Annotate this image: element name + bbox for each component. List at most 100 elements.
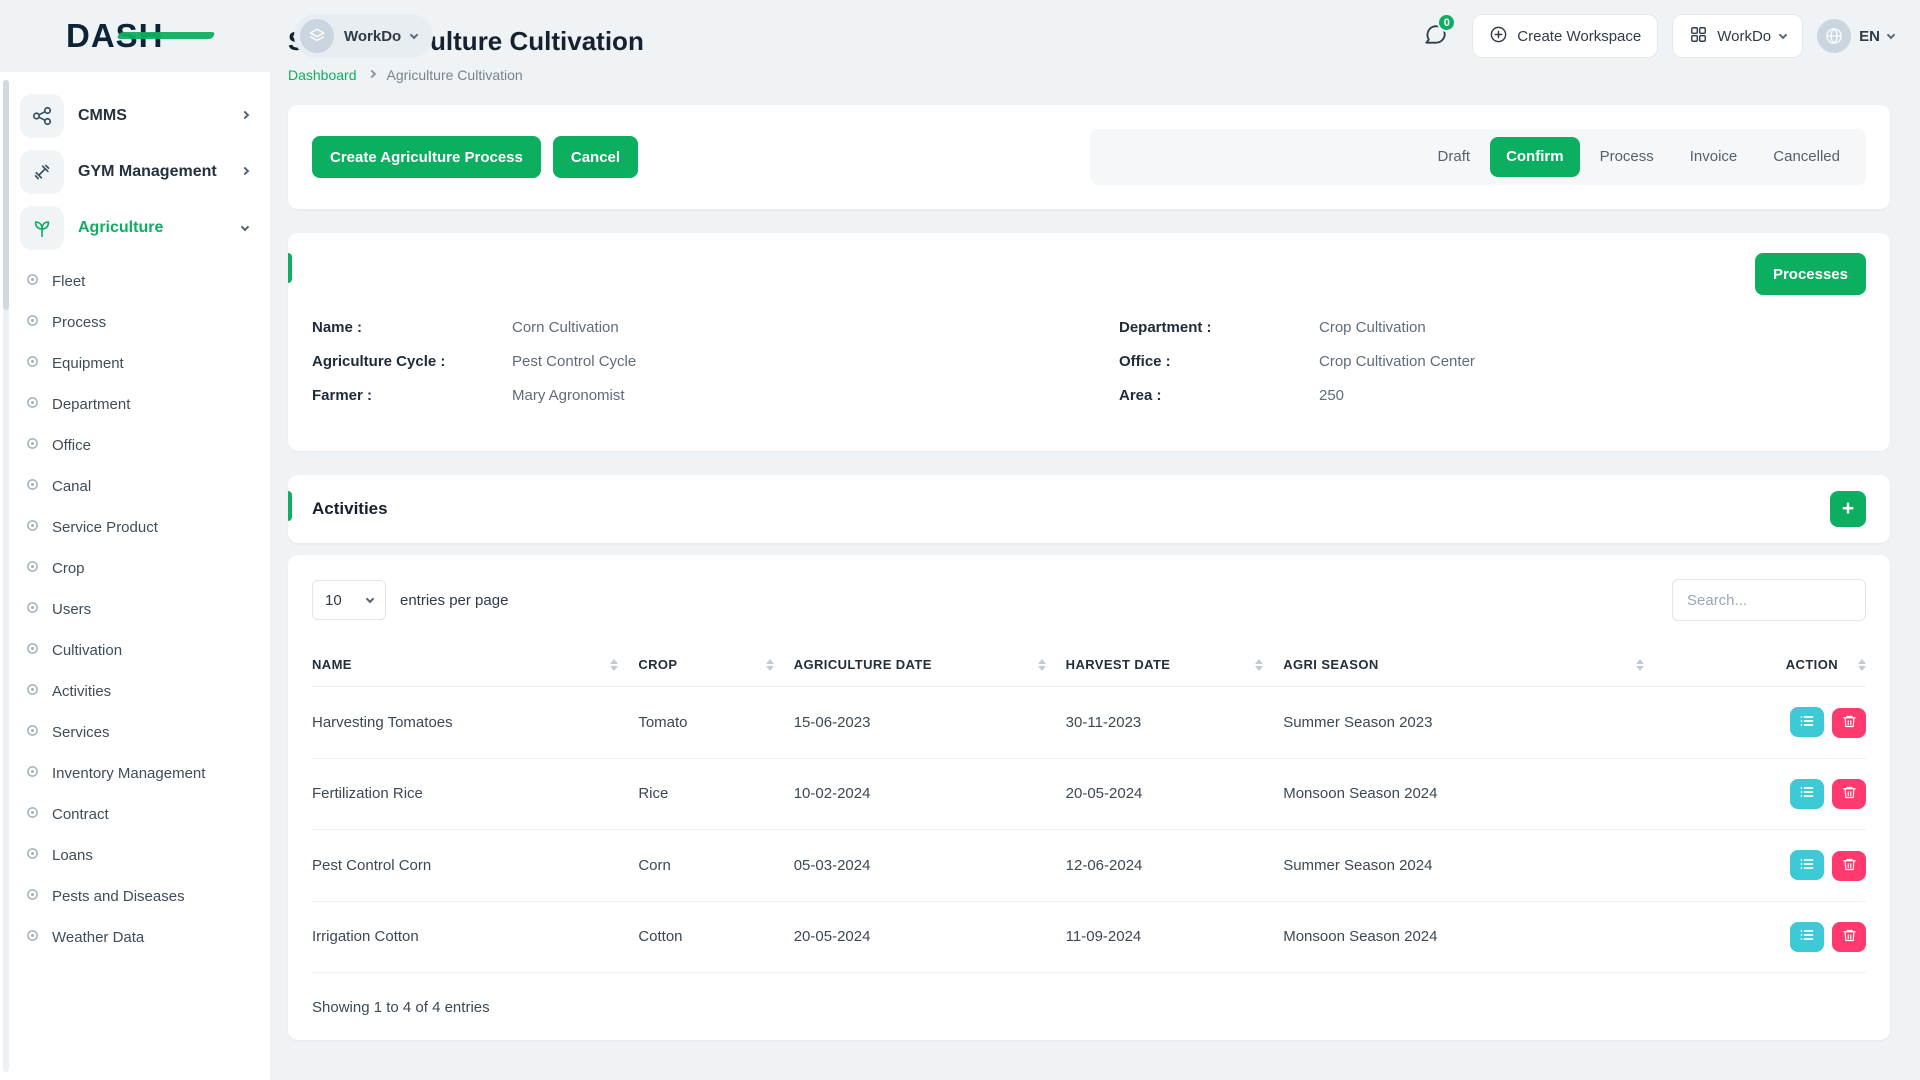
column-header-harvest-date[interactable]: HARVEST DATE [1066, 643, 1284, 687]
sidebar-item-office[interactable]: Office [0, 425, 270, 466]
bullet-icon [26, 929, 39, 946]
workspace-selector-label: WorkDo [344, 28, 401, 45]
sidebar-item-loans[interactable]: Loans [0, 835, 270, 876]
search-input[interactable] [1672, 579, 1866, 621]
sidebar-subitem-label: Fleet [52, 273, 85, 290]
app-logo[interactable]: DASH [66, 17, 216, 55]
create-agriculture-process-button[interactable]: Create Agriculture Process [312, 136, 541, 178]
bullet-icon [26, 683, 39, 700]
sidebar-subitem-label: Service Product [52, 519, 158, 536]
view-activity-button[interactable] [1790, 707, 1824, 737]
activities-header-card: Activities + [288, 475, 1890, 543]
bullet-icon [26, 355, 39, 372]
sort-icon [766, 659, 774, 671]
sidebar-item-activities[interactable]: Activities [0, 671, 270, 712]
cell-action [1664, 830, 1866, 902]
cell-harvest-date: 30-11-2023 [1066, 687, 1284, 759]
messages-button[interactable]: 0 [1412, 13, 1458, 59]
workspace-switcher-button[interactable]: WorkDo [1672, 14, 1803, 58]
sidebar-item-cultivation[interactable]: Cultivation [0, 630, 270, 671]
sidebar-item-process[interactable]: Process [0, 302, 270, 343]
list-icon [1799, 927, 1815, 946]
detail-field-name: Name :Corn Cultivation [312, 319, 1059, 336]
chevron-down-icon [1779, 30, 1787, 38]
list-icon [1799, 856, 1815, 875]
top-header: DASH WorkDo 0 Create Workspace WorkDo [0, 0, 1920, 72]
status-tab-cancelled[interactable]: Cancelled [1757, 137, 1856, 177]
card-accent-bar [288, 253, 292, 283]
sidebar-item-label: GYM Management [78, 163, 217, 181]
column-header-agri-season[interactable]: AGRI SEASON [1283, 643, 1664, 687]
cultivation-fields: Name :Corn Cultivation Agriculture Cycle … [312, 319, 1866, 421]
sidebar-item-department[interactable]: Department [0, 384, 270, 425]
sidebar-item-weather-data[interactable]: Weather Data [0, 917, 270, 958]
column-header-name[interactable]: NAME [312, 643, 638, 687]
delete-activity-button[interactable] [1832, 851, 1866, 881]
sidebar-item-pests-and-diseases[interactable]: Pests and Diseases [0, 876, 270, 917]
cell-agriculture-date: 15-06-2023 [794, 687, 1066, 759]
delete-activity-button[interactable] [1832, 779, 1866, 809]
sidebar-item-users[interactable]: Users [0, 589, 270, 630]
status-tab-draft[interactable]: Draft [1422, 137, 1487, 177]
cell-name: Pest Control Corn [312, 830, 638, 902]
logo-dash-accent [116, 32, 215, 39]
detail-field-department: Department :Crop Cultivation [1119, 319, 1866, 336]
cell-name: Irrigation Cotton [312, 901, 638, 973]
sort-icon [1636, 659, 1644, 671]
table-controls: 10 entries per page [312, 579, 1866, 621]
field-value: 250 [1319, 387, 1344, 404]
status-tab-confirm[interactable]: Confirm [1490, 137, 1580, 177]
cell-agriculture-date: 05-03-2024 [794, 830, 1066, 902]
sidebar-item-label: CMMS [78, 107, 127, 125]
sort-icon [1038, 659, 1046, 671]
sidebar-item-equipment[interactable]: Equipment [0, 343, 270, 384]
language-label: EN [1859, 28, 1880, 45]
column-header-crop[interactable]: CROP [638, 643, 793, 687]
sidebar-item-crop[interactable]: Crop [0, 548, 270, 589]
cell-harvest-date: 11-09-2024 [1066, 901, 1284, 973]
sidebar-item-service-product[interactable]: Service Product [0, 507, 270, 548]
status-tab-process[interactable]: Process [1584, 137, 1670, 177]
entries-summary: Showing 1 to 4 of 4 entries [312, 999, 1866, 1016]
entries-per-page-select[interactable]: 10 [312, 580, 386, 620]
detail-field-area: Area :250 [1119, 387, 1866, 404]
column-header-agriculture-date[interactable]: AGRICULTURE DATE [794, 643, 1066, 687]
cell-name: Fertilization Rice [312, 758, 638, 830]
language-selector[interactable]: EN [1817, 19, 1894, 53]
bullet-icon [26, 642, 39, 659]
cancel-button[interactable]: Cancel [553, 136, 638, 178]
trash-icon [1842, 785, 1857, 803]
cell-agri-season: Monsoon Season 2024 [1283, 758, 1664, 830]
column-header-label: AGRI SEASON [1283, 657, 1378, 672]
sidebar-scrollbar[interactable] [3, 80, 9, 1072]
status-tab-invoice[interactable]: Invoice [1674, 137, 1754, 177]
sidebar-subitem-label: Pests and Diseases [52, 888, 185, 905]
sidebar-item-contract[interactable]: Contract [0, 794, 270, 835]
bullet-icon [26, 765, 39, 782]
view-activity-button[interactable] [1790, 922, 1824, 952]
create-workspace-button[interactable]: Create Workspace [1472, 14, 1658, 58]
bullet-icon [26, 847, 39, 864]
bullet-icon [26, 724, 39, 741]
sidebar-item-gym-management[interactable]: GYM Management [0, 144, 270, 200]
column-header-label: ACTION [1786, 657, 1838, 672]
delete-activity-button[interactable] [1832, 708, 1866, 738]
field-label: Agriculture Cycle : [312, 353, 512, 370]
table-row: Pest Control CornCorn05-03-202412-06-202… [312, 830, 1866, 902]
sidebar-item-inventory-management[interactable]: Inventory Management [0, 753, 270, 794]
column-header-action[interactable]: ACTION [1664, 643, 1866, 687]
sidebar-item-cmms[interactable]: CMMS [0, 88, 270, 144]
actions-card: Create Agriculture Process Cancel DraftC… [288, 105, 1890, 209]
processes-button[interactable]: Processes [1755, 253, 1866, 295]
view-activity-button[interactable] [1790, 850, 1824, 880]
sidebar-item-services[interactable]: Services [0, 712, 270, 753]
sidebar-item-agriculture[interactable]: Agriculture [0, 200, 270, 256]
nodes-icon [20, 94, 64, 138]
add-activity-button[interactable]: + [1830, 491, 1866, 527]
view-activity-button[interactable] [1790, 779, 1824, 809]
sidebar-item-canal[interactable]: Canal [0, 466, 270, 507]
sidebar-scrollbar-thumb[interactable] [3, 80, 9, 310]
delete-activity-button[interactable] [1832, 922, 1866, 952]
workspace-selector[interactable]: WorkDo [294, 14, 433, 58]
sidebar-item-fleet[interactable]: Fleet [0, 261, 270, 302]
